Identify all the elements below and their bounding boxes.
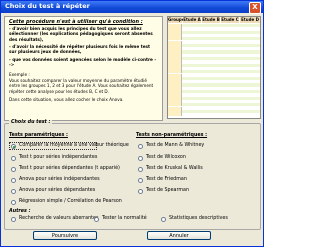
close-button[interactable]: X — [249, 2, 261, 14]
explanation-heading: Cette procédure n'est à utiliser qu'à co… — [9, 19, 143, 25]
nonparam-label-1: Test de Wilcoxon — [146, 155, 186, 160]
window-title: Choix du test à répéter — [5, 2, 90, 10]
condition-2: - d'avoir la nécessité de répéter plusie… — [9, 44, 151, 55]
radio-nonparam-0[interactable] — [138, 144, 143, 149]
title-bar: Choix du test à répéter X — [1, 1, 263, 14]
param-label-1: Test t pour séries indépendantes — [19, 155, 98, 160]
grid-row-number — [168, 113, 182, 117]
radio-nonparam-2[interactable] — [138, 167, 143, 172]
example-text: Vous souhaitez comparer la valeur moyenn… — [9, 78, 154, 94]
test-choice-label: Choix du test : — [9, 120, 53, 125]
radio-param-4[interactable] — [11, 189, 16, 194]
nonparam-label-2: Test de Kruskal & Wallis — [146, 166, 203, 171]
column-header-study-d: Etude D — [240, 17, 260, 23]
param-label-5: Régression simple / Corrélation de Pears… — [19, 199, 122, 204]
nonparam-label-0: Test de Mann & Whitney — [146, 143, 205, 148]
cancel-button[interactable]: Annuler — [147, 231, 211, 240]
radio-other-1[interactable] — [94, 217, 99, 222]
condition-3: - que vos données soient agencées selon … — [9, 57, 157, 68]
nonparam-label-4: Test de Spearman — [146, 188, 190, 193]
condition-1: - d'avoir bien acquis les principes du t… — [9, 26, 153, 42]
continue-button[interactable]: Poursuivre — [33, 231, 97, 240]
data-model-sheet: Groupe Etude A Etude B Etude C Etude D — [167, 16, 261, 119]
nonparametric-tests-label: Tests non-paramétriques : — [136, 133, 208, 138]
nonparam-label-3: Test de Friedman — [146, 177, 187, 182]
column-header-study-a: Etude A — [183, 17, 201, 23]
other-label-1: Tester la normalité — [102, 216, 147, 221]
param-label-2: Test t pour séries dépendantes (t appari… — [19, 166, 120, 171]
radio-param-3[interactable] — [11, 178, 16, 183]
other-label-0: Recherche de valeurs aberrantes — [19, 216, 99, 221]
radio-param-0[interactable] — [11, 144, 16, 149]
column-header-group: Groupe — [168, 17, 185, 23]
param-label-0: Comparer la moyenne à une valeur théoriq… — [19, 143, 129, 148]
column-header-study-c: Etude C — [221, 17, 239, 23]
others-label: Autres : — [9, 209, 31, 214]
grid-row — [168, 113, 260, 117]
radio-param-1[interactable] — [11, 156, 16, 161]
dialog-window: Choix du test à répéter X Cette procédur… — [0, 0, 264, 247]
explanation-panel: Cette procédure n'est à utiliser qu'à co… — [4, 16, 163, 121]
radio-other-2[interactable] — [161, 217, 166, 222]
parametric-tests-label: Tests paramétriques : — [9, 133, 68, 138]
other-label-2: Statistiques descriptives — [169, 216, 228, 221]
param-label-4: Anova pour séries dépendantes — [19, 188, 96, 193]
example-conclusion: Dans cette situation, vous allez cocher … — [9, 97, 124, 102]
radio-nonparam-1[interactable] — [138, 156, 143, 161]
radio-param-2[interactable] — [11, 167, 16, 172]
radio-nonparam-3[interactable] — [138, 178, 143, 183]
radio-other-0[interactable] — [11, 217, 16, 222]
grid-row-cells — [182, 113, 260, 117]
radio-nonparam-4[interactable] — [138, 189, 143, 194]
radio-param-5[interactable] — [11, 200, 16, 205]
param-label-3: Anova pour séries indépendantes — [19, 177, 100, 182]
column-header-study-b: Etude B — [202, 17, 220, 23]
example-label: Exemple : — [9, 72, 30, 77]
